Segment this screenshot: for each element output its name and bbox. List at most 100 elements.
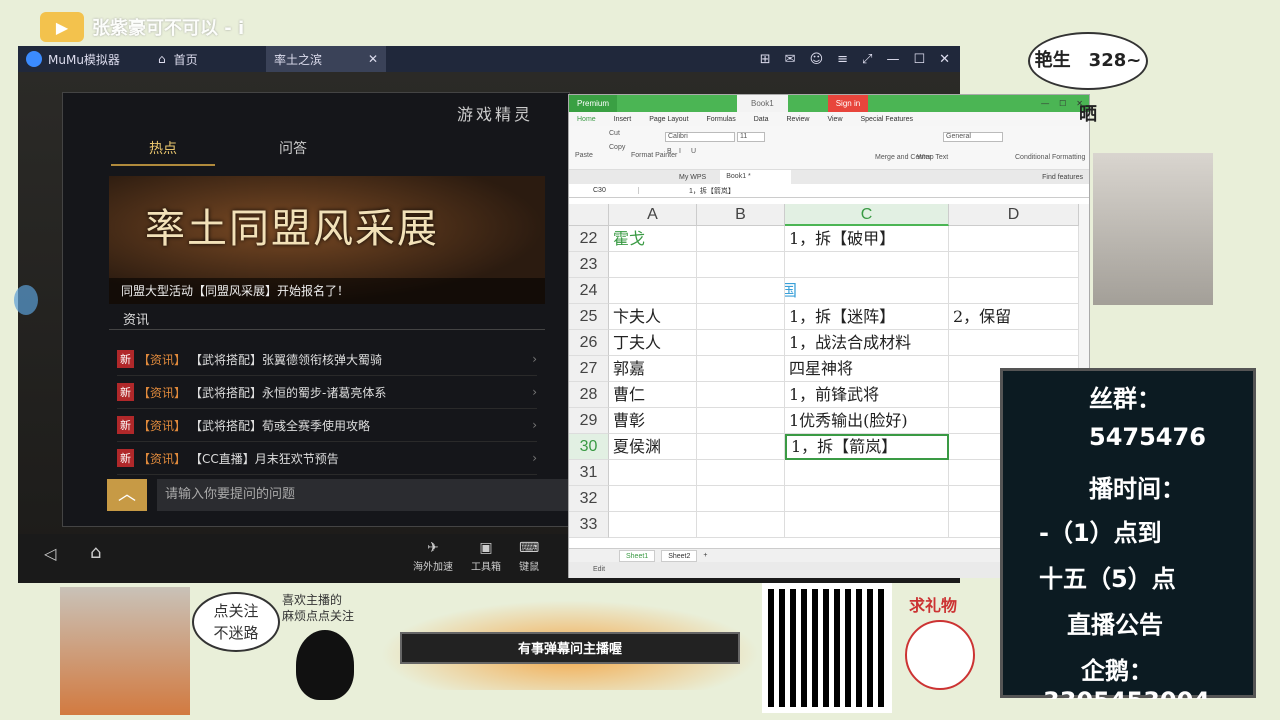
table-cell[interactable] [697, 226, 785, 252]
table-cell[interactable] [785, 486, 949, 512]
table-cell[interactable] [609, 512, 697, 538]
row-header[interactable]: 28 [569, 382, 609, 408]
row-header[interactable]: 30 [569, 434, 609, 460]
table-cell[interactable] [609, 252, 697, 278]
conditional-formatting-button[interactable]: Conditional Formatting [1015, 154, 1085, 161]
row-header[interactable]: 29 [569, 408, 609, 434]
paste-button[interactable]: Paste [575, 152, 593, 159]
table-cell[interactable]: 魏国 [785, 278, 949, 304]
table-cell[interactable] [697, 278, 785, 304]
minimize-icon[interactable]: — [886, 52, 899, 67]
column-header[interactable]: D [949, 204, 1079, 226]
row-header[interactable]: 33 [569, 512, 609, 538]
row-header[interactable]: 26 [569, 330, 609, 356]
tab-qa[interactable]: 问答 [279, 138, 307, 166]
table-cell[interactable]: 1，拆【迷阵】 [785, 304, 949, 330]
table-cell[interactable]: 1，拆【破甲】 [785, 226, 949, 252]
table-cell[interactable]: 1，前锋武将 [785, 382, 949, 408]
tab-book1[interactable]: Book1 * [720, 170, 791, 184]
menu-icon[interactable]: ≡ [837, 52, 848, 67]
formula-input[interactable]: 1，拆【箭岚】 [689, 186, 735, 196]
question-input[interactable]: 请输入你要提问的问题 [157, 479, 571, 511]
table-cell[interactable] [949, 330, 1079, 356]
sign-in-button[interactable]: Sign in [827, 95, 869, 112]
row-header[interactable]: 27 [569, 356, 609, 382]
row-header[interactable]: 23 [569, 252, 609, 278]
table-cell[interactable] [697, 382, 785, 408]
android-home-icon[interactable]: ⌂ [90, 542, 101, 563]
add-sheet-icon[interactable]: + [703, 552, 707, 559]
column-header[interactable]: C [785, 204, 949, 226]
tab-insert[interactable]: Insert [614, 116, 632, 123]
user-icon[interactable]: ☺ [810, 52, 824, 67]
underline-button[interactable]: U [691, 148, 696, 155]
table-cell[interactable] [785, 512, 949, 538]
cart-icon[interactable]: ⊞ [760, 52, 771, 67]
tab-hot[interactable]: 热点 [111, 138, 215, 166]
tab-home[interactable]: Home [577, 116, 596, 123]
font-size-select[interactable]: 11 [737, 132, 765, 142]
table-cell[interactable] [949, 226, 1079, 252]
back-icon[interactable]: ◁ [44, 544, 56, 563]
table-cell[interactable] [949, 252, 1079, 278]
table-cell[interactable] [697, 434, 785, 460]
row-header[interactable]: 25 [569, 304, 609, 330]
table-cell[interactable] [785, 460, 949, 486]
list-item[interactable]: 新【资讯】 【武将搭配】荀彧全赛季使用攻略 › [117, 409, 537, 442]
find-features[interactable]: Find features [1042, 174, 1089, 181]
tab-review[interactable]: Review [787, 116, 810, 123]
font-select[interactable]: Calibri [665, 132, 735, 142]
italic-button[interactable]: I [679, 148, 681, 155]
table-cell[interactable] [697, 460, 785, 486]
maximize-icon[interactable]: ☐ [1059, 99, 1066, 108]
number-format-select[interactable]: General [943, 132, 1003, 142]
row-header[interactable]: 24 [569, 278, 609, 304]
tab-page-layout[interactable]: Page Layout [649, 116, 688, 123]
column-header[interactable]: A [609, 204, 697, 226]
table-cell[interactable] [609, 460, 697, 486]
collapse-button[interactable]: ︿ [107, 479, 147, 511]
table-cell[interactable]: 曹彰 [609, 408, 697, 434]
table-cell[interactable] [697, 512, 785, 538]
mail-icon[interactable]: ✉ [785, 52, 796, 67]
home-tab[interactable]: ⌂ 首页 [148, 51, 258, 68]
table-cell[interactable]: 曹仁 [609, 382, 697, 408]
table-cell[interactable] [697, 304, 785, 330]
tab-formulas[interactable]: Formulas [707, 116, 736, 123]
premium-button[interactable]: Premium [569, 95, 618, 112]
maximize-icon[interactable]: ☐ [913, 52, 925, 67]
table-cell[interactable] [785, 252, 949, 278]
table-cell[interactable] [697, 408, 785, 434]
copy-button[interactable]: Copy [609, 144, 625, 151]
tab-view[interactable]: View [827, 116, 842, 123]
row-header[interactable]: 31 [569, 460, 609, 486]
close-tab-icon[interactable]: ✕ [368, 52, 378, 66]
list-item[interactable]: 新【资讯】 【CC直播】月末狂欢节预告 › [117, 442, 537, 475]
app-tab[interactable]: 率土之滨 ✕ [266, 46, 386, 72]
name-box[interactable]: C30 [569, 187, 639, 194]
table-cell[interactable]: 1，战法合成材料 [785, 330, 949, 356]
table-cell[interactable]: 卞夫人 [609, 304, 697, 330]
tool-toolbox[interactable]: ▣ 工具箱 [471, 540, 501, 573]
table-cell[interactable]: 郭嘉 [609, 356, 697, 382]
table-cell[interactable]: 霍戈 [609, 226, 697, 252]
table-cell[interactable]: 四星神将 [785, 356, 949, 382]
tab-special-features[interactable]: Special Features [861, 116, 914, 123]
cut-button[interactable]: Cut [609, 130, 620, 137]
close-icon[interactable]: ✕ [939, 52, 950, 67]
row-header[interactable]: 22 [569, 226, 609, 252]
table-cell[interactable] [697, 330, 785, 356]
wrap-text-button[interactable]: Wrap Text [917, 154, 948, 161]
corner-cell[interactable] [569, 204, 609, 226]
tab-my-wps[interactable]: My WPS [679, 174, 706, 181]
bold-button[interactable]: B [667, 148, 672, 155]
table-cell[interactable] [697, 486, 785, 512]
tab-sheet2[interactable]: Sheet2 [661, 549, 698, 562]
table-cell[interactable]: 丁夫人 [609, 330, 697, 356]
tab-data[interactable]: Data [754, 116, 769, 123]
tab-sheet1[interactable]: Sheet1 [619, 549, 656, 562]
table-cell[interactable]: 1，拆【箭岚】 [785, 434, 949, 460]
table-cell[interactable] [949, 278, 1079, 304]
fullscreen-icon[interactable]: ⤢ [862, 52, 872, 67]
column-header[interactable]: B [697, 204, 785, 226]
